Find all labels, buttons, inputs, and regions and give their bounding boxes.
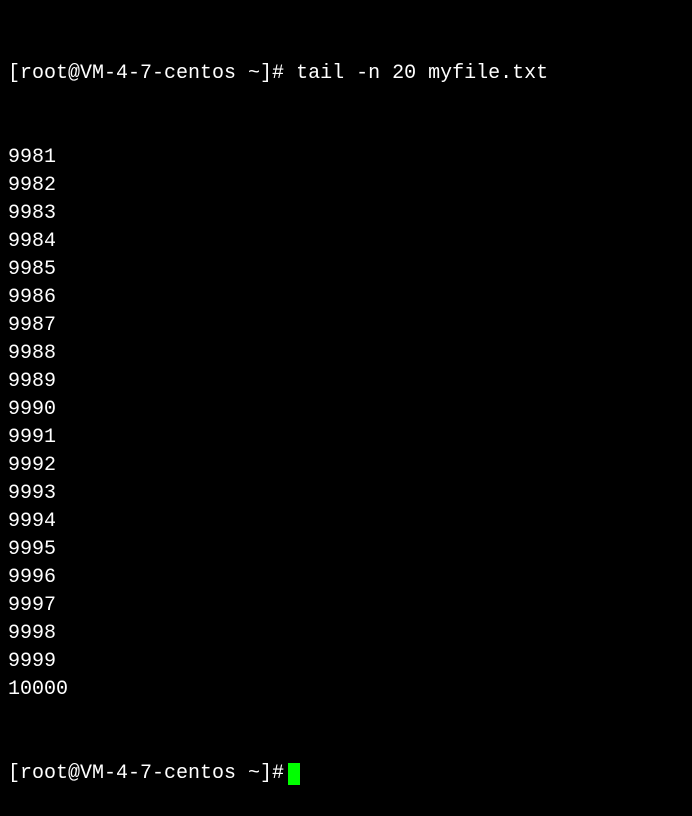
output-line: 9988 [8, 340, 684, 368]
output-line: 9998 [8, 620, 684, 648]
output-line: 9987 [8, 312, 684, 340]
output-line: 9990 [8, 396, 684, 424]
output-line: 9995 [8, 536, 684, 564]
command-text: tail -n 20 myfile.txt [296, 60, 548, 88]
output-line: 9993 [8, 480, 684, 508]
output-line: 9985 [8, 256, 684, 284]
cursor-icon [288, 763, 300, 785]
output-line: 9984 [8, 228, 684, 256]
active-prompt-line[interactable]: [root@VM-4-7-centos ~]# [8, 760, 684, 788]
command-line: [root@VM-4-7-centos ~]# tail -n 20 myfil… [8, 60, 684, 88]
output-line: 9981 [8, 144, 684, 172]
output-line: 9997 [8, 592, 684, 620]
output-line: 9986 [8, 284, 684, 312]
terminal-window[interactable]: [root@VM-4-7-centos ~]# tail -n 20 myfil… [8, 4, 684, 816]
output-line: 9989 [8, 368, 684, 396]
output-line: 9996 [8, 564, 684, 592]
shell-prompt: [root@VM-4-7-centos ~]# [8, 60, 284, 88]
output-line: 10000 [8, 676, 684, 704]
command-output: 9981998299839984998599869987998899899990… [8, 144, 684, 704]
output-line: 9994 [8, 508, 684, 536]
output-line: 9992 [8, 452, 684, 480]
output-line: 9999 [8, 648, 684, 676]
output-line: 9982 [8, 172, 684, 200]
output-line: 9991 [8, 424, 684, 452]
shell-prompt: [root@VM-4-7-centos ~]# [8, 760, 284, 788]
output-line: 9983 [8, 200, 684, 228]
